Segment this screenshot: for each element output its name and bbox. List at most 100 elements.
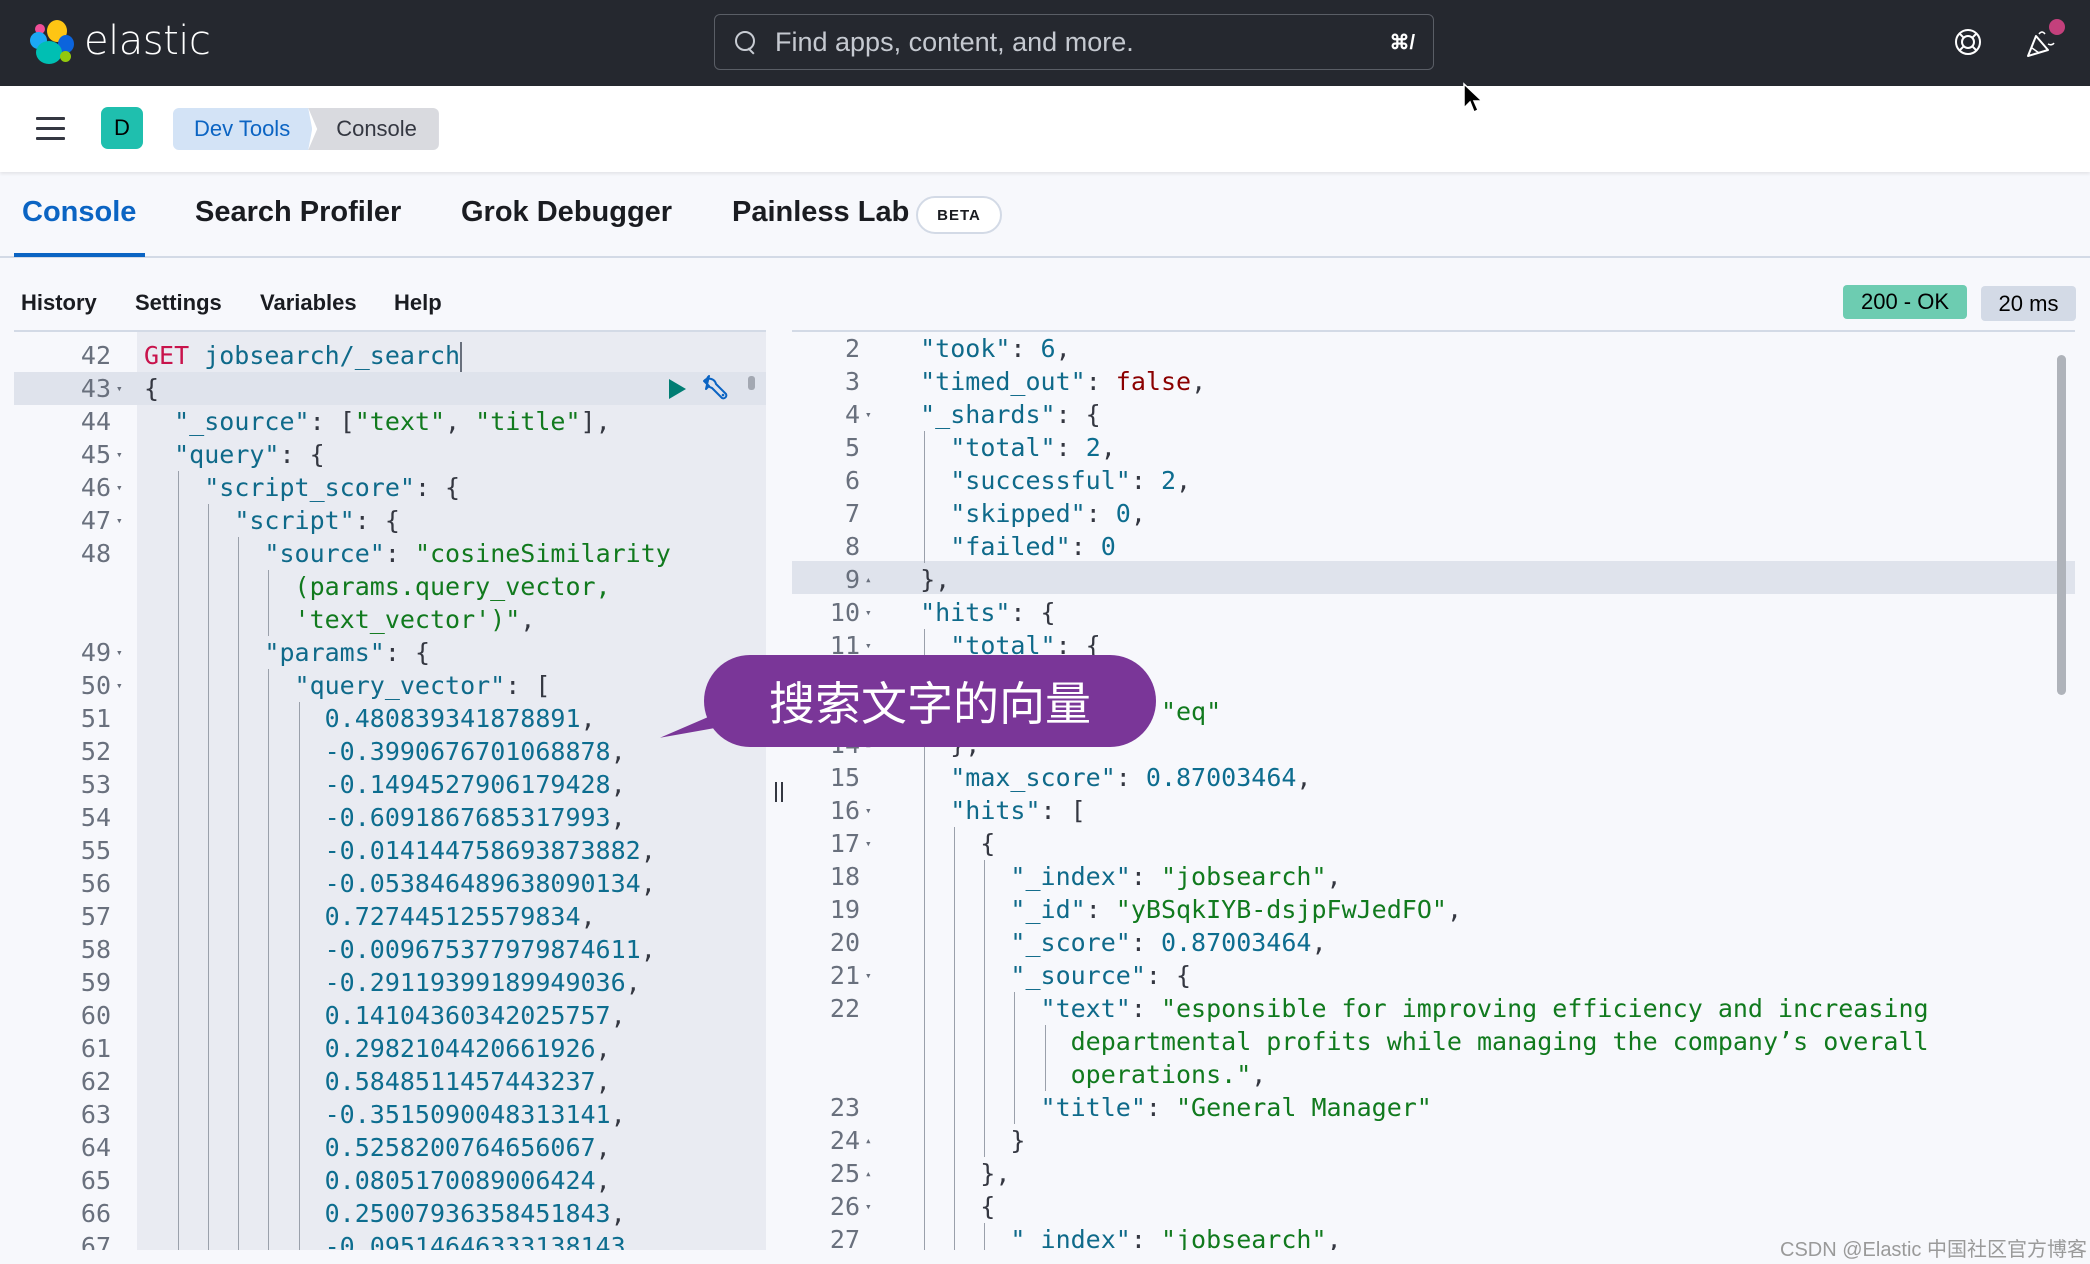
- tab-painless-lab[interactable]: Painless Lab: [732, 196, 909, 256]
- fold-arrow-down-icon[interactable]: ▾: [865, 1190, 872, 1223]
- code-line: 9 ▴ },: [792, 563, 2075, 596]
- code-line: 5 "total": 2,: [792, 431, 2075, 464]
- annotation-callout: 搜索文字的向量: [704, 655, 1156, 747]
- indent-guide: [238, 1197, 240, 1230]
- code-token: 0.727445125579834: [324, 902, 581, 931]
- fold-arrow-down-icon[interactable]: ▾: [865, 794, 872, 827]
- code-token: ,: [1055, 334, 1071, 363]
- code-line: 44 "_source": ["text", "title"],: [14, 405, 766, 438]
- pane-resize-handle[interactable]: [766, 330, 792, 1250]
- request-scrollbar-thumb[interactable]: [748, 376, 755, 390]
- line-number: 54: [80, 803, 111, 832]
- indent-guide: [268, 570, 270, 603]
- code-line: 23 "title": "General Manager": [792, 1091, 2075, 1124]
- elastic-logo[interactable]: elastic: [28, 18, 211, 64]
- fold-arrow-down-icon[interactable]: ▾: [116, 471, 123, 504]
- line-number: 49: [80, 638, 111, 667]
- line-number: 43: [80, 374, 111, 403]
- code-token: "params": [264, 638, 385, 667]
- indent-guide: [238, 702, 240, 735]
- line-number: 41: [14, 332, 111, 339]
- fold-arrow-down-icon[interactable]: ▾: [116, 504, 123, 537]
- code-line: 53 -0.1494527906179428,: [14, 768, 766, 801]
- indent-guide: [954, 827, 956, 860]
- indent-guide: [268, 999, 270, 1032]
- code-token: 0.5848511457443237: [324, 1067, 596, 1096]
- indent-guide: [268, 669, 270, 702]
- code-line: 49 ▾ "params": {: [14, 636, 766, 669]
- indent-guide: [924, 893, 926, 926]
- indent-guide: [954, 1091, 956, 1124]
- beta-badge: BETA: [916, 196, 1002, 234]
- code-token: 0: [1100, 532, 1116, 561]
- indent-guide: [984, 926, 986, 959]
- indent-guide: [954, 959, 956, 992]
- indent-guide: [924, 959, 926, 992]
- indent-guide: [924, 1223, 926, 1250]
- response-scrollbar-thumb[interactable]: [2057, 355, 2066, 695]
- help-link[interactable]: Help: [394, 290, 442, 316]
- notification-dot: [2049, 19, 2065, 35]
- code-text: -0.014144758693873882,: [144, 834, 656, 867]
- line-number: 63: [80, 1100, 111, 1129]
- breadcrumb: Dev Tools Console: [173, 108, 439, 150]
- code-text: -0.053846489638090134,: [144, 867, 656, 900]
- code-token: ,: [1296, 763, 1312, 792]
- indent-guide: [238, 1164, 240, 1197]
- code-token: "General Manager": [1175, 1093, 1432, 1122]
- indent-guide: [924, 1091, 926, 1124]
- line-number: 7: [844, 499, 860, 528]
- settings-link[interactable]: Settings: [135, 290, 222, 316]
- http-method: GET: [144, 341, 190, 370]
- tab-search-profiler[interactable]: Search Profiler: [195, 196, 401, 256]
- fold-arrow-up-icon[interactable]: ▴: [865, 1157, 872, 1190]
- fold-arrow-down-icon[interactable]: ▾: [116, 636, 123, 669]
- line-number: 8: [844, 532, 860, 561]
- drag-handle-icon: [775, 782, 783, 802]
- help-lifebuoy-icon[interactable]: [1953, 27, 1983, 57]
- fold-arrow-down-icon[interactable]: ▾: [865, 827, 872, 860]
- line-number: 20: [829, 928, 860, 957]
- tab-console[interactable]: Console: [22, 196, 136, 256]
- fold-arrow-down-icon[interactable]: ▾: [116, 438, 123, 471]
- indent-guide: [924, 1025, 926, 1058]
- code-line: 51 0.480839341878891,: [14, 702, 766, 735]
- code-token: "hits": [950, 796, 1041, 825]
- space-avatar[interactable]: D: [101, 107, 143, 149]
- fold-arrow-down-icon[interactable]: ▾: [865, 596, 872, 629]
- indent-guide: [298, 999, 300, 1032]
- wrench-actions-icon[interactable]: [701, 373, 731, 403]
- tab-grok-debugger[interactable]: Grok Debugger: [461, 196, 672, 256]
- indent-guide: [238, 834, 240, 867]
- code-token: "cosineSimilarity: [414, 539, 671, 568]
- request-editor[interactable]: 4142GET jobsearch/_search43▾{44 "_source…: [14, 330, 766, 1250]
- watermark: CSDN @Elastic 中国社区官方博客: [1780, 1239, 2087, 1261]
- history-link[interactable]: History: [21, 290, 97, 316]
- indent-guide: [268, 1065, 270, 1098]
- variables-link[interactable]: Variables: [260, 290, 357, 316]
- search-input[interactable]: [775, 26, 1335, 58]
- indent-guide: [924, 794, 926, 827]
- fold-arrow-down-icon[interactable]: ▾: [865, 398, 872, 431]
- send-request-play-icon[interactable]: [669, 379, 686, 399]
- code-token: :: [1130, 1225, 1161, 1250]
- fold-arrow-up-icon[interactable]: ▴: [865, 563, 872, 596]
- response-editor[interactable]: 2 "took": 6, 3 "timed_out": false, 4 ▾ "_sh…: [792, 330, 2075, 1250]
- fold-arrow-up-icon[interactable]: ▴: [865, 1124, 872, 1157]
- line-number: 53: [80, 770, 111, 799]
- hamburger-menu-icon[interactable]: [36, 117, 66, 141]
- code-token: 0.5258200764656067: [324, 1133, 596, 1162]
- breadcrumb-dev-tools[interactable]: Dev Tools: [173, 108, 312, 150]
- fold-arrow-down-icon[interactable]: ▾: [865, 959, 872, 992]
- fold-arrow-down-icon[interactable]: ▾: [116, 372, 123, 405]
- global-search[interactable]: ⌘/: [714, 14, 1434, 70]
- indent-guide: [238, 999, 240, 1032]
- code-text: "timed_out": false,: [890, 365, 1206, 398]
- fold-arrow-down-icon[interactable]: ▾: [116, 669, 123, 702]
- indent-guide: [178, 966, 180, 999]
- line-number: 51: [80, 704, 111, 733]
- request-duration-badge: 20 ms: [1981, 286, 2076, 321]
- code-token: ,: [1326, 1225, 1342, 1250]
- indent-guide: [1014, 1025, 1016, 1058]
